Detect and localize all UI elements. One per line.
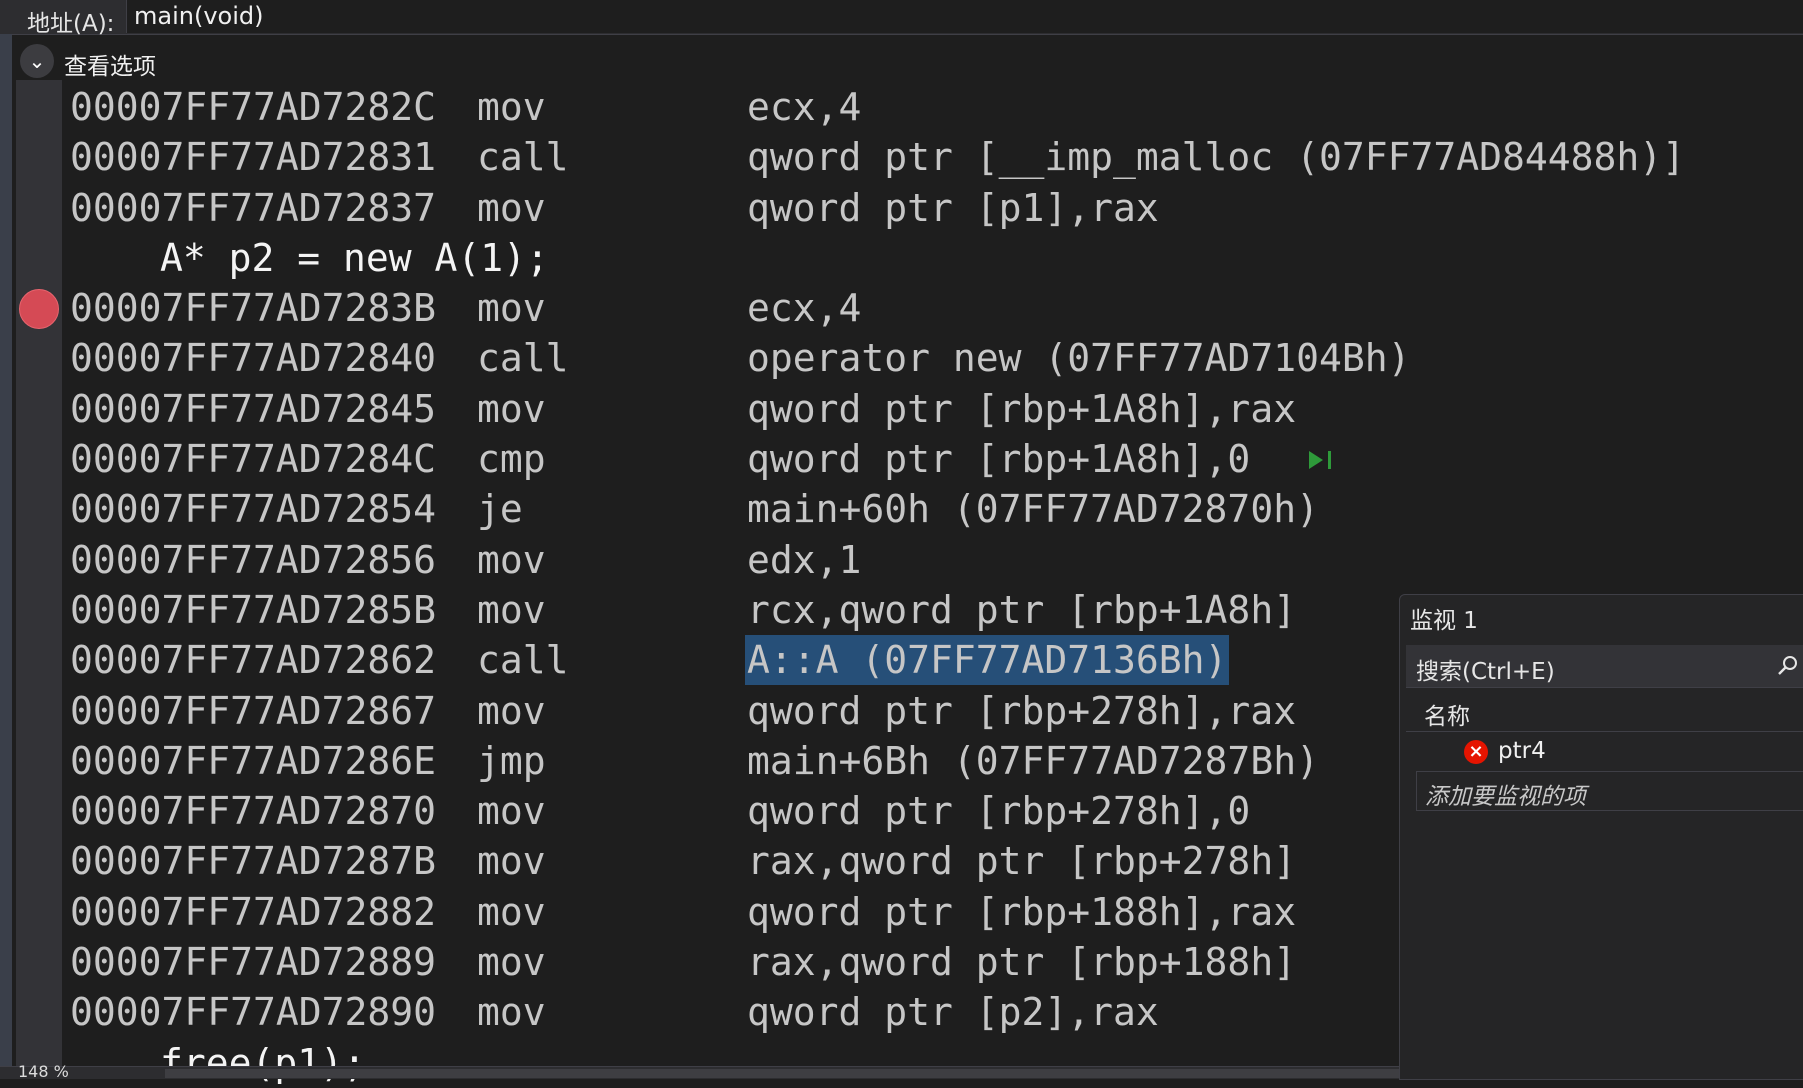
- watch-panel: 监视 1 搜索(Ctrl+E) 名称 × ptr4 添加要监视的项: [1399, 594, 1803, 1080]
- asm-address: 00007FF77AD72867: [70, 688, 437, 733]
- asm-opcode: jmp: [477, 738, 546, 783]
- asm-opcode: mov: [477, 85, 546, 129]
- asm-opcode: je: [477, 487, 523, 532]
- asm-address: 00007FF77AD72854: [70, 487, 437, 532]
- asm-opcode: call: [477, 336, 569, 381]
- asm-operands: rcx,qword ptr [rbp+1A8h]: [747, 587, 1297, 632]
- add-watch-input[interactable]: 添加要监视的项: [1416, 771, 1803, 811]
- asm-line[interactable]: 00007FF77AD7285B mov rcx,qword ptr [rbp+1A…: [0, 585, 1400, 635]
- asm-line[interactable]: 00007FF77AD72856 mov edx,1: [0, 535, 1400, 585]
- view-options-row: ⌄ 查看选项: [16, 40, 1316, 88]
- asm-line[interactable]: 00007FF77AD72837 mov qword ptr [p1],rax: [0, 183, 1400, 233]
- asm-opcode: call: [477, 135, 569, 180]
- asm-line[interactable]: 00007FF77AD72840 call operator new (07FF77…: [0, 333, 1410, 383]
- asm-operands: main+60h (07FF77AD72870h): [747, 487, 1319, 532]
- asm-operands: qword ptr [rbp+278h],0: [747, 789, 1251, 834]
- asm-opcode: mov: [477, 839, 546, 884]
- source-line[interactable]: free(p1);: [0, 1038, 1400, 1088]
- asm-operands: qword ptr [rbp+1A8h],rax: [747, 386, 1297, 431]
- asm-opcode: mov: [477, 889, 546, 934]
- asm-operands: main+6Bh (07FF77AD7287Bh): [747, 738, 1319, 783]
- asm-opcode: mov: [477, 286, 546, 331]
- watch-title[interactable]: 监视 1: [1410, 601, 1478, 635]
- asm-operands: rax,qword ptr [rbp+278h]: [747, 839, 1297, 884]
- asm-address: 00007FF77AD72837: [70, 185, 437, 230]
- asm-line[interactable]: 00007FF77AD72870 mov qword ptr [rbp+278h],…: [0, 786, 1400, 836]
- horizontal-scrollbar[interactable]: [165, 1069, 1405, 1078]
- asm-line[interactable]: 00007FF77AD72854 je main+60h (07FF77AD7287…: [0, 484, 1400, 534]
- watch-search-placeholder: 搜索(Ctrl+E): [1416, 659, 1555, 685]
- chevron-down-icon[interactable]: ⌄: [20, 44, 54, 78]
- asm-address: 00007FF77AD7282C: [70, 85, 437, 129]
- asm-line[interactable]: 00007FF77AD7287B mov rax,qword ptr [rbp+27…: [0, 836, 1400, 886]
- asm-address: 00007FF77AD7284C: [70, 437, 437, 482]
- asm-opcode: mov: [477, 537, 546, 582]
- address-label: 地址(A):: [27, 11, 115, 37]
- asm-line[interactable]: 00007FF77AD72845 mov qword ptr [rbp+1A8h],…: [0, 384, 1400, 434]
- run-to-cursor-icon[interactable]: [1305, 447, 1337, 473]
- asm-operands: qword ptr [rbp+188h],rax: [747, 889, 1297, 934]
- asm-operands: qword ptr [__imp_malloc (07FF77AD84488h)…: [747, 135, 1685, 180]
- asm-opcode: mov: [477, 789, 546, 834]
- asm-opcode: mov: [477, 990, 546, 1035]
- breakpoint-icon[interactable]: [19, 289, 59, 330]
- asm-address: 00007FF77AD72889: [70, 940, 437, 985]
- watch-column-header: 名称: [1406, 691, 1803, 732]
- asm-operands: rax,qword ptr [rbp+188h]: [747, 940, 1297, 985]
- asm-address: 00007FF77AD72856: [70, 537, 437, 582]
- asm-line[interactable]: 00007FF77AD72831 call qword ptr [__imp_mal…: [0, 132, 1685, 182]
- asm-line[interactable]: 00007FF77AD7282C mov ecx,4: [0, 82, 1400, 132]
- asm-opcode: mov: [477, 386, 546, 431]
- asm-operands: edx,1: [747, 537, 862, 582]
- asm-operands: operator new (07FF77AD7104Bh): [747, 336, 1411, 381]
- asm-address: 00007FF77AD72840: [70, 336, 437, 381]
- asm-line[interactable]: 00007FF77AD72882 mov qword ptr [rbp+188h],…: [0, 887, 1400, 937]
- asm-address: 00007FF77AD72890: [70, 990, 437, 1035]
- watch-item[interactable]: × ptr4: [1406, 733, 1803, 771]
- asm-opcode: mov: [477, 940, 546, 985]
- asm-line[interactable]: 00007FF77AD7283B mov ecx,4: [0, 283, 1400, 333]
- asm-address: 00007FF77AD7287B: [70, 839, 437, 884]
- source-text: free(p1);: [160, 1040, 366, 1085]
- asm-line[interactable]: 00007FF77AD72867 mov qword ptr [rbp+278h],…: [0, 686, 1400, 736]
- watch-item-name[interactable]: ptr4: [1498, 738, 1546, 764]
- address-input[interactable]: main(void): [126, 0, 1803, 33]
- zoom-level[interactable]: 148 %: [18, 1062, 69, 1081]
- asm-line[interactable]: 00007FF77AD72890 mov qword ptr [p2],rax: [0, 987, 1400, 1037]
- asm-operands: qword ptr [rbp+278h],rax: [747, 688, 1297, 733]
- add-watch-placeholder: 添加要监视的项: [1425, 784, 1586, 810]
- asm-address: 00007FF77AD7283B: [70, 286, 437, 331]
- asm-opcode: mov: [477, 587, 546, 632]
- asm-line[interactable]: 00007FF77AD7284C cmp qword ptr [rbp+1A8h],…: [0, 434, 1400, 484]
- disassembly-listing[interactable]: 00007FF77AD7282C mov ecx,4 00007FF77AD72831…: [0, 82, 1685, 1088]
- asm-address: 00007FF77AD72870: [70, 789, 437, 834]
- asm-operands: qword ptr [p1],rax: [747, 185, 1159, 230]
- error-icon: ×: [1464, 740, 1488, 764]
- asm-address: 00007FF77AD72845: [70, 386, 437, 431]
- watch-search-input[interactable]: 搜索(Ctrl+E): [1406, 645, 1803, 688]
- asm-address: 00007FF77AD72862: [70, 638, 437, 683]
- address-bar: 地址(A): main(void): [0, 0, 1803, 37]
- asm-operands: ecx,4: [747, 85, 862, 129]
- asm-operands: ecx,4: [747, 286, 862, 331]
- source-line[interactable]: A* p2 = new A(1);: [0, 233, 1400, 283]
- asm-operands: qword ptr [rbp+1A8h],0: [747, 437, 1251, 482]
- asm-address: 00007FF77AD7285B: [70, 587, 437, 632]
- asm-line[interactable]: 00007FF77AD72862 call A::A (07FF77AD7136Bh…: [0, 635, 1400, 686]
- asm-opcode: mov: [477, 185, 546, 230]
- asm-operands: qword ptr [p2],rax: [747, 990, 1159, 1035]
- asm-line[interactable]: 00007FF77AD72889 mov rax,qword ptr [rbp+18…: [0, 937, 1400, 987]
- asm-opcode: mov: [477, 688, 546, 733]
- asm-address: 00007FF77AD72831: [70, 135, 437, 180]
- asm-line[interactable]: 00007FF77AD7286E jmp main+6Bh (07FF77AD728…: [0, 736, 1400, 786]
- asm-address: 00007FF77AD72882: [70, 889, 437, 934]
- column-name-label[interactable]: 名称: [1424, 697, 1470, 731]
- view-options-label[interactable]: 查看选项: [64, 47, 156, 81]
- asm-opcode: call: [477, 638, 569, 683]
- source-text: A* p2 = new A(1);: [160, 235, 549, 280]
- search-icon[interactable]: [1776, 654, 1800, 678]
- asm-operands: A::A (07FF77AD7136Bh): [745, 635, 1230, 686]
- asm-address: 00007FF77AD7286E: [70, 738, 437, 783]
- asm-opcode: cmp: [477, 437, 546, 482]
